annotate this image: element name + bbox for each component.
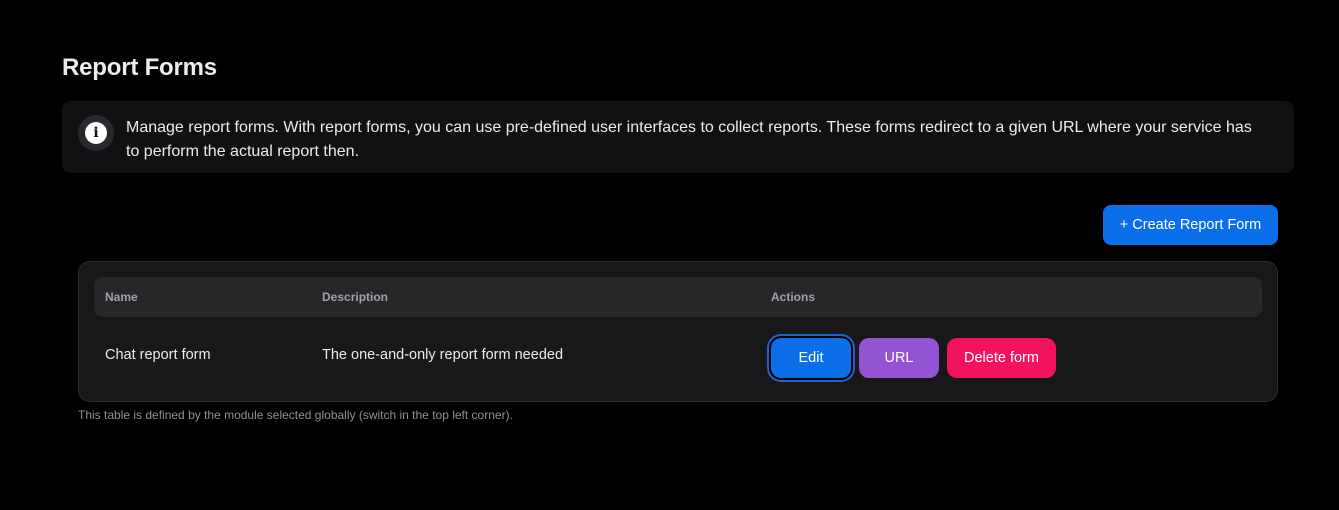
page-title: Report Forms [62, 54, 217, 81]
report-forms-table-card: Name Description Actions Chat report for… [78, 261, 1278, 402]
page: Report Forms i Manage report forms. With… [0, 0, 1339, 510]
table-header-row: Name Description Actions [94, 277, 1262, 317]
row-name-cell: Chat report form [105, 347, 211, 363]
row-description-cell: The one-and-only report form needed [322, 347, 564, 363]
column-header-description[interactable]: Description [311, 277, 760, 317]
edit-button[interactable]: Edit [771, 338, 851, 378]
report-forms-table: Name Description Actions Chat report for… [94, 277, 1262, 393]
column-header-name[interactable]: Name [94, 277, 311, 317]
url-button[interactable]: URL [859, 338, 939, 378]
table-row: Chat report form The one-and-only report… [94, 317, 1262, 393]
info-text: Manage report forms. With report forms, … [126, 119, 1252, 160]
info-icon: i [78, 115, 114, 151]
table-footnote: This table is defined by the module sele… [78, 408, 513, 422]
info-callout: i Manage report forms. With report forms… [62, 101, 1294, 173]
delete-form-button[interactable]: Delete form [947, 338, 1056, 378]
row-actions-cell: Edit URL Delete form [760, 317, 1262, 393]
column-header-actions: Actions [760, 277, 1262, 317]
row-actions: Edit URL Delete form [771, 338, 1251, 378]
create-report-form-button[interactable]: + Create Report Form [1103, 205, 1278, 245]
info-icon-glyph: i [85, 122, 107, 144]
